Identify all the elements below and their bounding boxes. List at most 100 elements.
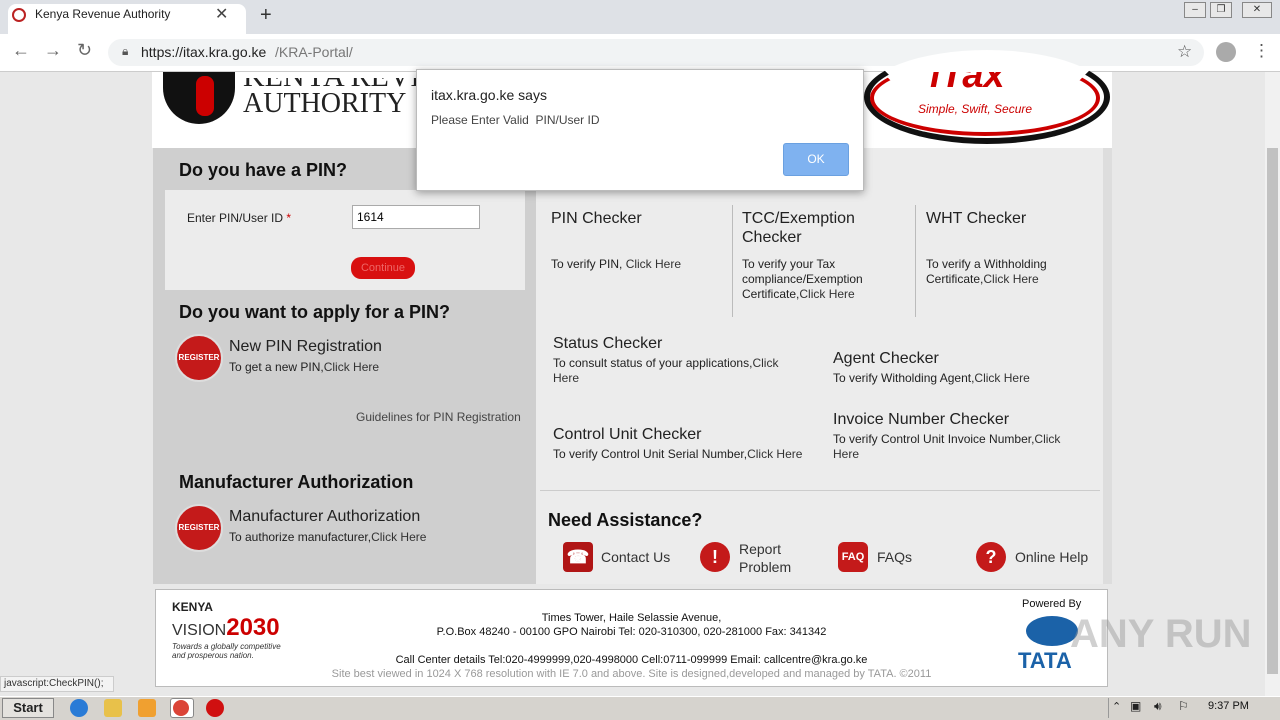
- tcc-desc-line2: compliance/Exemption: [742, 272, 863, 286]
- scrollbar-thumb[interactable]: [1267, 148, 1278, 674]
- kra-name-line2: Authority: [243, 88, 407, 119]
- dialog-ok-button[interactable]: OK: [783, 143, 849, 176]
- file-explorer-icon[interactable]: [104, 699, 122, 717]
- invoice-checker-link[interactable]: Click: [1034, 432, 1060, 446]
- tcc-desc-text: Certificate,: [742, 287, 800, 301]
- tcc-desc-line1: To verify your Tax: [742, 257, 836, 271]
- wht-checker-title: WHT Checker: [926, 210, 1027, 227]
- internet-explorer-icon[interactable]: [70, 699, 88, 717]
- status-checker-title: Status Checker: [553, 335, 663, 352]
- manufacturer-register-icon[interactable]: REGISTER: [175, 504, 223, 552]
- dialog-message: Please Enter Valid PIN/User ID: [431, 113, 600, 127]
- faqs-link[interactable]: FAQs: [877, 548, 912, 566]
- chrome-icon: [173, 700, 189, 716]
- status-checker-link[interactable]: Click: [752, 356, 778, 370]
- network-icon[interactable]: ▣: [1130, 699, 1141, 713]
- profile-avatar-icon[interactable]: [1216, 42, 1236, 62]
- tcc-checker-desc: To verify your Tax compliance/Exemption Ce…: [742, 257, 863, 302]
- status-desc-text: To consult status of your applications,: [553, 356, 753, 370]
- minimize-window-icon[interactable]: –: [1184, 2, 1206, 18]
- pin-checker-desc: To verify PIN, Click Here: [551, 257, 681, 272]
- control-unit-checker-desc: To verify Control Unit Serial Number,Cli…: [553, 447, 802, 462]
- continue-button[interactable]: Continue: [351, 257, 415, 279]
- vision-tagline: Towards a globally competitive and prospe…: [172, 642, 281, 660]
- report-problem-icon[interactable]: !: [700, 542, 730, 572]
- status-checker-link-line2[interactable]: Here: [553, 371, 579, 385]
- reload-icon[interactable]: ↻: [77, 40, 92, 61]
- close-window-icon[interactable]: ✕: [1242, 2, 1272, 18]
- tcc-desc-line3: Certificate,Click Here: [742, 287, 863, 302]
- vision-word-text: VISION: [172, 622, 227, 639]
- tab-title: Kenya Revenue Authority: [35, 7, 171, 21]
- divider: [915, 205, 916, 317]
- pin-guidelines-link[interactable]: Guidelines for PIN Registration: [356, 410, 521, 424]
- online-help-link[interactable]: Online Help: [1015, 548, 1088, 566]
- lock-icon[interactable]: 🔒︎: [122, 44, 128, 59]
- pin-checker-title: PIN Checker: [551, 210, 642, 227]
- vision-kenya-text: KENYA: [172, 600, 213, 614]
- pin-label-text: Enter PIN/User ID: [187, 211, 284, 225]
- wht-desc-text: Certificate,: [926, 272, 984, 286]
- vision-tagline-line1: Towards a globally competitive: [172, 642, 281, 651]
- pin-checker-desc-text: To verify PIN,: [551, 257, 626, 271]
- agent-checker-desc: To verify Witholding Agent,Click Here: [833, 371, 1030, 386]
- contact-us-link[interactable]: Contact Us: [601, 548, 670, 566]
- browser-menu-icon[interactable]: ⋮: [1253, 41, 1270, 61]
- report-line2: Problem: [739, 559, 792, 575]
- wht-desc-line2: Certificate,Click Here: [926, 272, 1047, 287]
- assistance-title: Need Assistance?: [548, 510, 703, 530]
- tata-logo-text: TATA: [1018, 648, 1072, 673]
- wht-checker-desc: To verify a Withholding Certificate,Click…: [926, 257, 1047, 287]
- footer-address-line2: P.O.Box 48240 - 00100 GPO Nairobi Tel: 0…: [436, 626, 827, 638]
- wht-checker-link[interactable]: Click Here: [983, 272, 1038, 286]
- pin-field-label: Enter PIN/User ID *: [187, 211, 291, 225]
- invoice-checker-link-line2[interactable]: Here: [833, 447, 859, 461]
- url-host: https://itax.kra.go.ke: [141, 44, 267, 60]
- telephone-icon[interactable]: ☎: [563, 542, 593, 572]
- vision-tagline-line2: and prosperous nation.: [172, 651, 254, 660]
- footer-site-note: Site best viewed in 1024 X 768 resolutio…: [331, 668, 932, 680]
- report-problem-link[interactable]: Report Problem: [739, 540, 791, 576]
- url-path: /KRA-Portal/: [275, 44, 353, 60]
- register-icon[interactable]: REGISTER: [175, 334, 223, 382]
- footer-callcenter: Call Center details Tel:020-4999999,020-…: [395, 654, 868, 666]
- manufacturer-click-here-link[interactable]: Click Here: [371, 530, 426, 544]
- new-pin-registration-title[interactable]: New PIN Registration: [229, 338, 382, 356]
- report-line1: Report: [739, 541, 782, 557]
- anyrun-watermark: ANY RUN: [1070, 612, 1252, 656]
- bookmark-star-icon[interactable]: ☆: [1177, 42, 1192, 62]
- pin-user-id-input[interactable]: [352, 205, 480, 229]
- divider: [732, 205, 733, 317]
- section-divider: [540, 490, 1100, 491]
- restore-window-icon[interactable]: ❐: [1210, 2, 1232, 18]
- itax-slogan: Simple, Swift, Secure: [918, 102, 1033, 116]
- close-tab-icon[interactable]: ✕: [215, 4, 228, 24]
- tcc-checker-link[interactable]: Click Here: [799, 287, 854, 301]
- powered-by-label: Powered By: [1022, 598, 1082, 610]
- tray-expand-icon[interactable]: ⌃: [1112, 700, 1121, 713]
- agent-checker-link[interactable]: Click Here: [974, 371, 1029, 385]
- media-player-icon[interactable]: [138, 699, 156, 717]
- pin-checker-link[interactable]: Click Here: [626, 257, 681, 271]
- new-pin-click-here-link[interactable]: Click Here: [324, 360, 379, 374]
- warning-app-icon[interactable]: [206, 699, 224, 717]
- manufacturer-authorization-title[interactable]: Manufacturer Authorization: [229, 508, 420, 526]
- volume-icon[interactable]: 🔊︎: [1154, 699, 1162, 714]
- manufacturer-authorization-desc: To authorize manufacturer,Click Here: [229, 530, 426, 544]
- wht-desc-line1: To verify a Withholding: [926, 257, 1047, 271]
- new-tab-icon[interactable]: +: [260, 4, 272, 27]
- flag-icon[interactable]: ⚐: [1178, 699, 1189, 713]
- control-unit-checker-link[interactable]: Click Here: [747, 447, 802, 461]
- online-help-icon[interactable]: ?: [976, 542, 1006, 572]
- invoice-checker-desc: To verify Control Unit Invoice Number,Cl…: [833, 432, 1083, 462]
- new-pin-registration-desc: To get a new PIN,Click Here: [229, 360, 379, 374]
- forward-icon[interactable]: →: [44, 40, 62, 61]
- taskbar-clock: 9:37 PM: [1208, 700, 1249, 712]
- browser-status-bar: javascript:CheckPIN();: [0, 676, 114, 692]
- footer-address-line1: Times Tower, Haile Selassie Avenue,: [541, 612, 722, 624]
- dialog-title: itax.kra.go.ke says: [431, 87, 547, 103]
- faq-icon[interactable]: FAQ: [838, 542, 868, 572]
- vision-2030-logo: KENYA VISION2030 Towards a globally comp…: [172, 600, 281, 660]
- back-icon[interactable]: ←: [12, 40, 30, 61]
- start-button[interactable]: Start: [2, 698, 54, 718]
